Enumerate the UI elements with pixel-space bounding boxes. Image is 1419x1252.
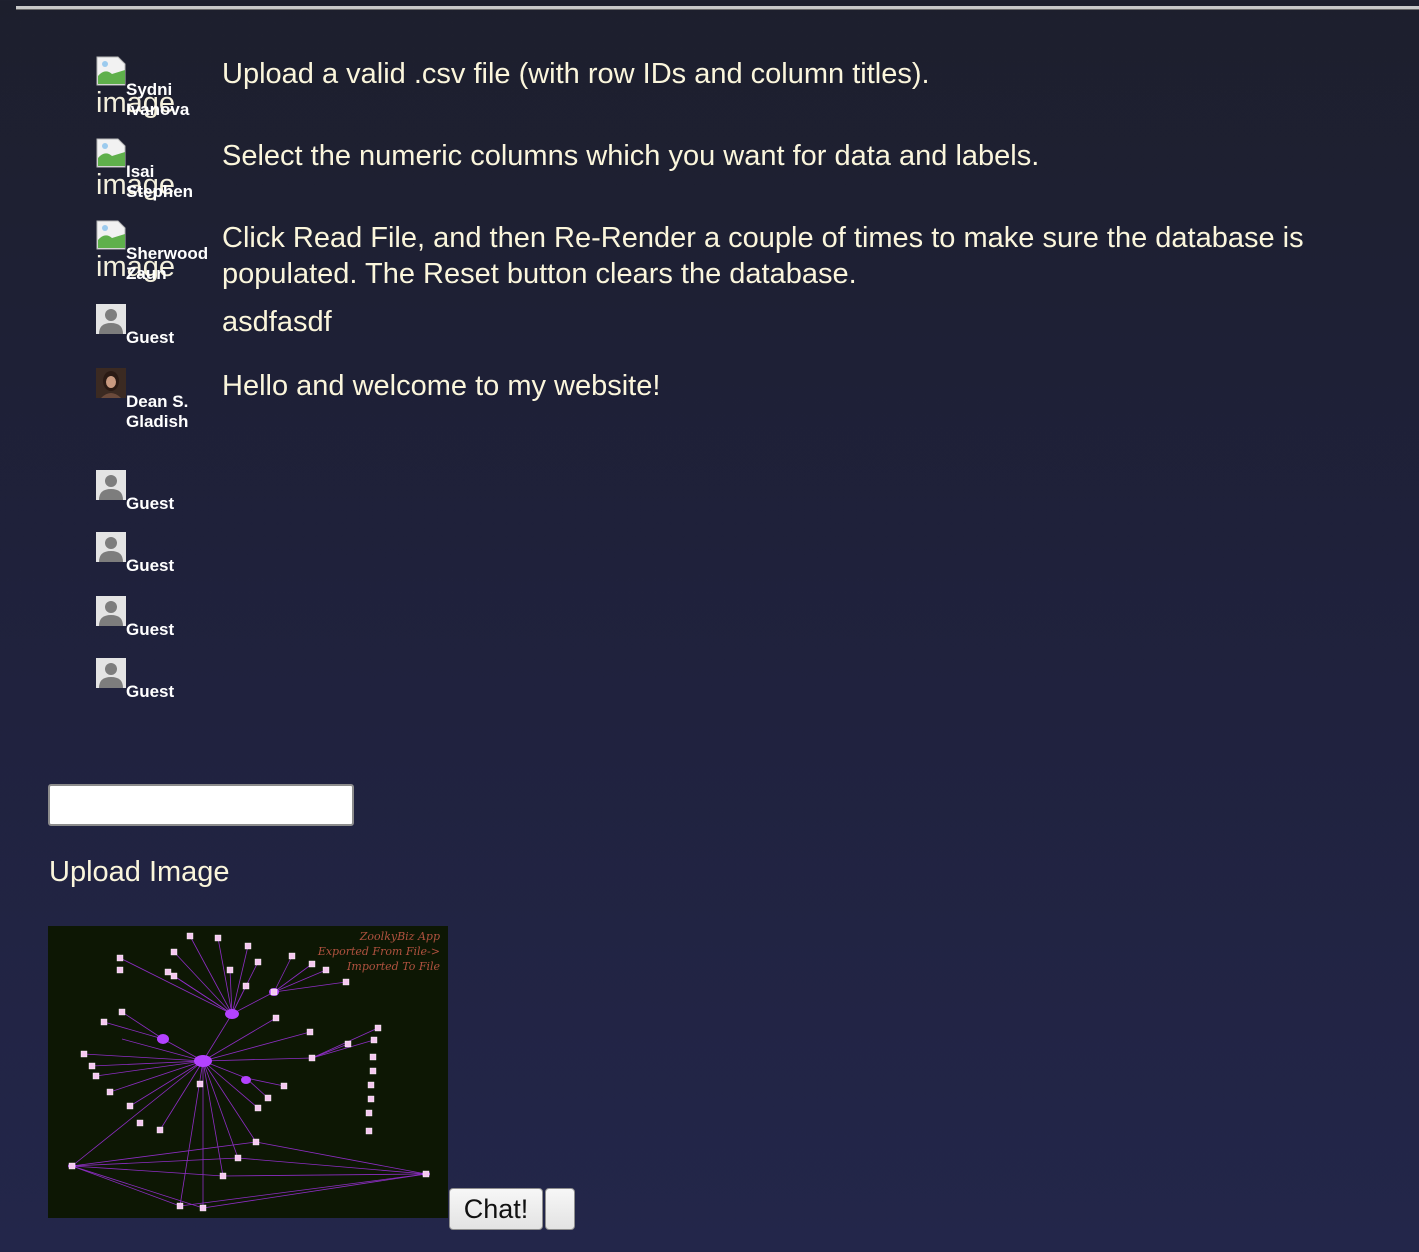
user-photo-avatar: [96, 368, 126, 398]
message-author: Sydni Ivanova: [126, 80, 190, 119]
top-divider: [16, 6, 1419, 10]
watermark-line: Imported To File: [346, 960, 440, 973]
message-text: Select the numeric columns which you wan…: [222, 140, 1040, 172]
message-author: Guest: [126, 682, 175, 701]
watermark-line: Exported From File->: [317, 945, 440, 958]
upload-image-link[interactable]: Upload Image: [49, 856, 230, 889]
avatar-block: image Sherwood Zaun: [96, 220, 220, 283]
message-author: Guest: [126, 620, 175, 639]
message-text: Hello and welcome to my website!: [222, 370, 661, 402]
broken-image-icon: image: [96, 138, 175, 200]
chat-send-button[interactable]: Chat!: [449, 1188, 543, 1230]
message-author: Dean S. Gladish: [126, 392, 189, 431]
avatar-block: image Sydni Ivanova: [96, 56, 220, 119]
avatar-block: Guest: [96, 596, 220, 656]
avatar-block: Dean S. Gladish: [96, 368, 220, 431]
message-author: Guest: [126, 494, 175, 513]
guest-avatar-icon: [96, 658, 126, 688]
message-text: asdfasdf: [222, 306, 332, 338]
broken-image-icon: image: [96, 220, 175, 282]
avatar-block: image Isai Stephen: [96, 138, 220, 201]
avatar-block: Guest: [96, 658, 220, 718]
message-text: Upload a valid .csv file (with row IDs a…: [222, 58, 930, 90]
message-text: Click Read File, and then Re-Render a co…: [222, 222, 1304, 290]
guest-avatar-icon: [96, 596, 126, 626]
message-author: Guest: [126, 556, 175, 575]
message-author: Guest: [126, 328, 175, 347]
guest-avatar-icon: [96, 304, 126, 334]
guest-avatar-icon: [96, 532, 126, 562]
network-graph-image: ZoolkyBiz App Exported From File-> Impor…: [68, 930, 440, 1212]
watermark-line: ZoolkyBiz App: [359, 930, 440, 943]
chat-message-input[interactable]: [48, 784, 354, 826]
avatar-block: Guest: [96, 532, 220, 592]
avatar-block: Guest: [96, 470, 220, 530]
broken-image-icon: image: [96, 56, 175, 118]
message-author: Sherwood Zaun: [126, 244, 209, 283]
message-author: Isai Stephen: [126, 162, 194, 201]
guest-avatar-icon: [96, 470, 126, 500]
uploaded-image-preview: ZoolkyBiz App Exported From File-> Impor…: [48, 926, 448, 1218]
extra-button[interactable]: [545, 1188, 575, 1230]
avatar-block: Guest: [96, 304, 220, 364]
